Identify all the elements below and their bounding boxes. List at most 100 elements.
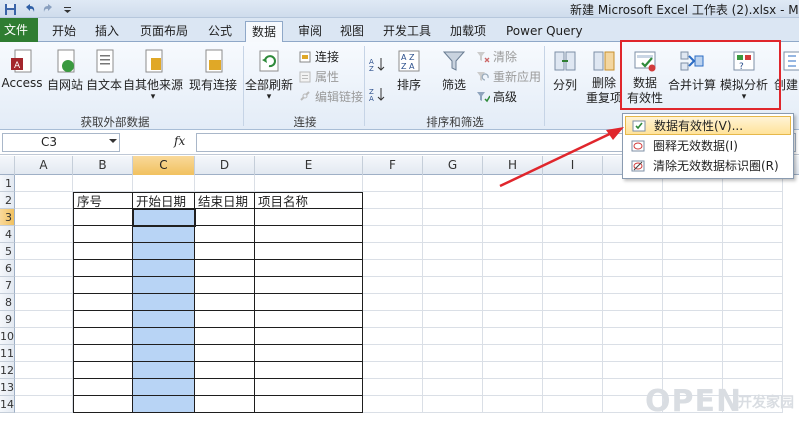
cell-h13[interactable]: [483, 379, 543, 396]
cell-b3[interactable]: [73, 209, 133, 226]
tab-power-query[interactable]: Power Query: [500, 21, 589, 42]
clear-filter-button[interactable]: 清除: [476, 48, 517, 66]
cell-c11[interactable]: [133, 345, 195, 362]
cell-f13[interactable]: [363, 379, 423, 396]
cell-j12[interactable]: [603, 362, 663, 379]
cell-a10[interactable]: [15, 328, 73, 345]
cell-g13[interactable]: [423, 379, 483, 396]
table-header-cell[interactable]: 开始日期: [133, 192, 195, 209]
cell-e11[interactable]: [255, 345, 363, 362]
cell-f2[interactable]: [363, 192, 423, 209]
cell-l7[interactable]: [723, 277, 783, 294]
cell-f14[interactable]: [363, 396, 423, 413]
cell-d4[interactable]: [195, 226, 255, 243]
tab-data[interactable]: 数据: [245, 21, 284, 43]
cell-e3[interactable]: [255, 209, 363, 226]
cell-g6[interactable]: [423, 260, 483, 277]
cell-b9[interactable]: [73, 311, 133, 328]
cell-i12[interactable]: [543, 362, 603, 379]
cell-b4[interactable]: [73, 226, 133, 243]
column-header-g[interactable]: G: [423, 156, 483, 175]
cell-d14[interactable]: [195, 396, 255, 413]
row-header-9[interactable]: 9: [0, 311, 15, 328]
column-header-e[interactable]: E: [255, 156, 363, 175]
tab-view[interactable]: 视图: [334, 21, 370, 42]
edit-links-button[interactable]: 编辑链接: [298, 88, 363, 106]
name-box[interactable]: C3: [2, 133, 120, 152]
cell-i10[interactable]: [543, 328, 603, 345]
cell-j3[interactable]: [603, 209, 663, 226]
cell-k7[interactable]: [663, 277, 723, 294]
text-to-columns-button[interactable]: 分列: [548, 48, 582, 93]
cell-h4[interactable]: [483, 226, 543, 243]
cell-j4[interactable]: [603, 226, 663, 243]
cell-i11[interactable]: [543, 345, 603, 362]
cell-d13[interactable]: [195, 379, 255, 396]
cell-f11[interactable]: [363, 345, 423, 362]
cell-a8[interactable]: [15, 294, 73, 311]
sort-descending-icon[interactable]: ZA: [369, 86, 385, 102]
cell-e10[interactable]: [255, 328, 363, 345]
cell-j2[interactable]: [603, 192, 663, 209]
tab-developer[interactable]: 开发工具: [377, 21, 437, 42]
cell-j7[interactable]: [603, 277, 663, 294]
cell-i7[interactable]: [543, 277, 603, 294]
cell-j10[interactable]: [603, 328, 663, 345]
cell-j6[interactable]: [603, 260, 663, 277]
cell-l4[interactable]: [723, 226, 783, 243]
cell-d12[interactable]: [195, 362, 255, 379]
tab-file[interactable]: 文件: [0, 18, 38, 42]
sort-button[interactable]: A ZZ A 排序: [392, 48, 426, 93]
cell-h5[interactable]: [483, 243, 543, 260]
cell-e5[interactable]: [255, 243, 363, 260]
cell-b6[interactable]: [73, 260, 133, 277]
row-header-14[interactable]: 14: [0, 396, 15, 413]
cell-l9[interactable]: [723, 311, 783, 328]
cell-c9[interactable]: [133, 311, 195, 328]
cell-i8[interactable]: [543, 294, 603, 311]
cell-k12[interactable]: [663, 362, 723, 379]
column-header-h[interactable]: H: [483, 156, 543, 175]
connections-button[interactable]: 连接: [298, 48, 339, 66]
cell-l12[interactable]: [723, 362, 783, 379]
cell-g12[interactable]: [423, 362, 483, 379]
cell-g14[interactable]: [423, 396, 483, 413]
cell-f4[interactable]: [363, 226, 423, 243]
redo-icon[interactable]: [42, 3, 55, 16]
name-box-dropdown-icon[interactable]: [109, 139, 117, 143]
cell-c14[interactable]: [133, 396, 195, 413]
cell-b5[interactable]: [73, 243, 133, 260]
cell-a9[interactable]: [15, 311, 73, 328]
row-header-7[interactable]: 7: [0, 277, 15, 294]
worksheet-grid[interactable]: ABCDEFGHIJKL 1234567891011121314 序号开始日期结…: [0, 156, 799, 422]
row-header-13[interactable]: 13: [0, 379, 15, 396]
cell-k2[interactable]: [663, 192, 723, 209]
cell-g10[interactable]: [423, 328, 483, 345]
reapply-button[interactable]: 重新应用: [476, 68, 541, 86]
cell-h9[interactable]: [483, 311, 543, 328]
cell-a6[interactable]: [15, 260, 73, 277]
existing-connections-button[interactable]: 现有连接: [187, 48, 239, 93]
cell-e8[interactable]: [255, 294, 363, 311]
column-header-i[interactable]: I: [543, 156, 603, 175]
advanced-filter-button[interactable]: 高级: [476, 88, 517, 106]
cell-a7[interactable]: [15, 277, 73, 294]
cell-d7[interactable]: [195, 277, 255, 294]
cell-f10[interactable]: [363, 328, 423, 345]
cell-l10[interactable]: [723, 328, 783, 345]
filter-button[interactable]: 筛选: [437, 48, 471, 93]
cell-e1[interactable]: [255, 175, 363, 192]
cell-c13[interactable]: [133, 379, 195, 396]
row-header-11[interactable]: 11: [0, 345, 15, 362]
cell-h7[interactable]: [483, 277, 543, 294]
cell-b7[interactable]: [73, 277, 133, 294]
cell-g1[interactable]: [423, 175, 483, 192]
cell-d5[interactable]: [195, 243, 255, 260]
sort-ascending-icon[interactable]: AZ: [369, 56, 385, 72]
cell-j11[interactable]: [603, 345, 663, 362]
cell-l8[interactable]: [723, 294, 783, 311]
table-header-cell[interactable]: 序号: [73, 192, 133, 209]
cell-e9[interactable]: [255, 311, 363, 328]
cell-b10[interactable]: [73, 328, 133, 345]
cell-b11[interactable]: [73, 345, 133, 362]
